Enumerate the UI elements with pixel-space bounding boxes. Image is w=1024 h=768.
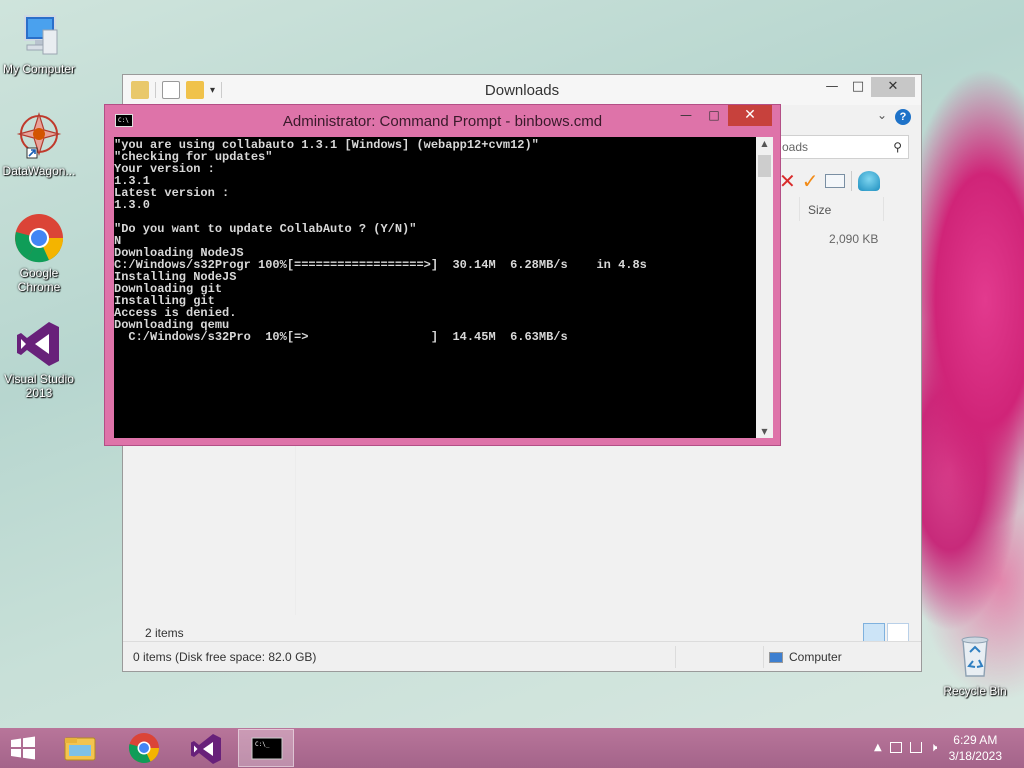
taskbar: C:\_ ▲ 🕨 6:29 AM 3/18/2023 <box>0 728 1024 768</box>
console-line: "Do you want to update CollabAuto ? (Y/N… <box>114 222 417 236</box>
view-toggle <box>863 623 909 643</box>
console-scrollbar[interactable]: ▲ ▼ <box>756 137 773 438</box>
checkmark-icon[interactable]: ✓ <box>802 169 819 193</box>
visual-studio-icon <box>191 734 221 764</box>
desktop-icon-label: Recycle Bin <box>943 684 1007 698</box>
maximize-button[interactable]: □ <box>700 105 728 126</box>
windows-logo-icon <box>11 736 35 760</box>
clock-time: 6:29 AM <box>953 733 998 747</box>
search-placeholder: oads <box>782 140 809 154</box>
rename-icon[interactable] <box>824 174 845 188</box>
desktop-icon-google-chrome[interactable]: Google Chrome <box>0 212 78 294</box>
scroll-down-icon[interactable]: ▼ <box>756 427 773 436</box>
scroll-thumb[interactable] <box>758 155 771 177</box>
network-icon[interactable] <box>909 742 922 753</box>
explorer-titlebar[interactable]: ▾ Downloads — □ ✕ <box>123 75 921 105</box>
file-size-cell: 2,090 KB <box>829 232 879 246</box>
console-line: 1.3.0 <box>114 198 151 212</box>
taskbar-google-chrome[interactable] <box>116 729 172 767</box>
system-tray: ▲ 🕨 <box>874 740 937 755</box>
shell-icon[interactable] <box>857 171 880 191</box>
close-button[interactable]: ✕ <box>728 105 772 126</box>
svg-text:C:\_: C:\_ <box>255 741 270 748</box>
delete-icon[interactable]: ✕ <box>779 169 796 193</box>
explorer-title: Downloads <box>484 82 560 99</box>
taskbar-file-explorer[interactable] <box>52 729 108 767</box>
console-output[interactable]: "you are using collabauto 1.3.1 [Windows… <box>114 137 756 438</box>
command-prompt-window[interactable]: C:\ Administrator: Command Prompt - binb… <box>104 104 781 446</box>
recycle-bin-icon <box>949 630 1001 682</box>
large-icons-view-button[interactable] <box>887 623 909 643</box>
taskbar-command-prompt[interactable]: C:\_ <box>238 729 294 767</box>
maximize-button[interactable]: □ <box>845 77 871 97</box>
status-location: Computer <box>769 650 842 664</box>
file-explorer-icon <box>64 737 96 761</box>
computer-small-icon <box>769 651 783 663</box>
column-header-size[interactable]: Size <box>808 203 831 217</box>
desktop-icon-datawagon[interactable]: DataWagon... <box>0 110 78 178</box>
status-location-label: Computer <box>789 650 842 664</box>
desktop-icon-label: Visual Studio 2013 <box>4 372 74 400</box>
desktop-icon-visual-studio[interactable]: Visual Studio 2013 <box>0 318 78 400</box>
items-count: 2 items <box>145 626 184 640</box>
desktop-icon-label: DataWagon... <box>2 164 76 178</box>
help-icon[interactable]: ? <box>895 109 911 125</box>
cmd-titlebar[interactable]: C:\ Administrator: Command Prompt - binb… <box>105 105 780 137</box>
datawagon-icon <box>13 110 65 162</box>
console-text: "you are using collabauto 1.3.1 [Windows… <box>114 139 756 343</box>
start-button[interactable] <box>10 736 36 760</box>
action-center-icon[interactable] <box>889 742 902 753</box>
taskbar-clock[interactable]: 6:29 AM 3/18/2023 <box>949 732 1002 764</box>
volume-icon[interactable]: 🕨 <box>930 740 938 755</box>
command-prompt-icon: C:\_ <box>251 737 283 760</box>
desktop-icon-label: My Computer <box>2 62 76 76</box>
status-bar: 0 items (Disk free space: 82.0 GB) Compu… <box>123 641 921 671</box>
desktop-icon-label: Google Chrome <box>17 266 61 294</box>
close-button[interactable]: ✕ <box>871 77 915 97</box>
scroll-up-icon[interactable]: ▲ <box>756 139 773 148</box>
clock-date: 3/18/2023 <box>948 749 1002 763</box>
search-icon[interactable]: ⚲ <box>893 136 902 158</box>
minimize-button[interactable]: — <box>819 77 845 97</box>
chrome-icon <box>128 733 159 764</box>
show-hidden-icons-icon[interactable]: ▲ <box>874 742 882 753</box>
chrome-icon <box>13 212 65 264</box>
ribbon-actions: ✕ ✓ <box>779 169 880 193</box>
status-text: 0 items (Disk free space: 82.0 GB) <box>133 650 317 664</box>
search-input[interactable]: oads ⚲ <box>773 135 909 159</box>
taskbar-visual-studio[interactable] <box>178 729 234 767</box>
console-line: C:/Windows/s32Pro 10%[=> ] 14.45M 6.63MB… <box>114 330 568 344</box>
visual-studio-icon <box>13 318 65 370</box>
details-view-button[interactable] <box>863 623 885 643</box>
computer-icon <box>13 8 65 60</box>
ribbon-expand-icon[interactable]: ⌄ <box>877 108 887 122</box>
minimize-button[interactable]: — <box>672 105 700 126</box>
desktop-icon-recycle-bin[interactable]: Recycle Bin <box>936 630 1014 698</box>
desktop-icon-my-computer[interactable]: My Computer <box>0 8 78 76</box>
